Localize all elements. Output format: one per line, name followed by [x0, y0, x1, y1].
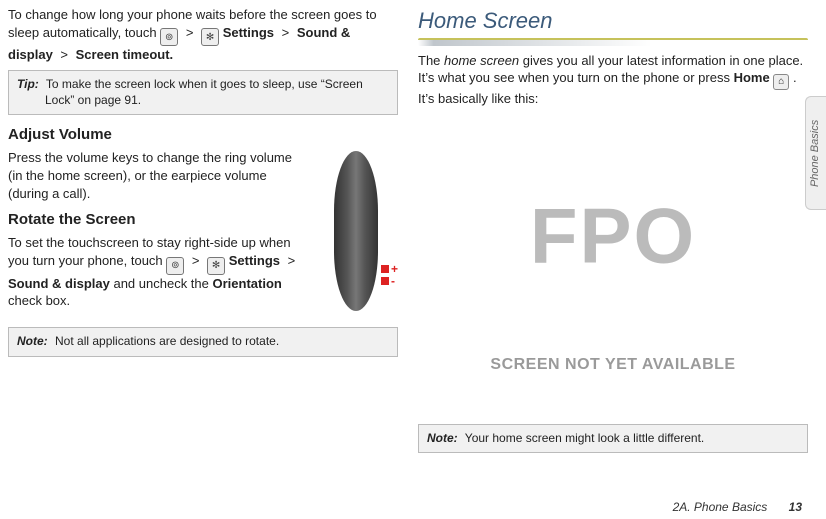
footer-section: 2A. Phone Basics	[673, 500, 768, 514]
settings-label: Settings	[223, 25, 274, 40]
home-key-label: Home	[734, 70, 770, 85]
home-screen-title: Home Screen	[418, 6, 808, 36]
breadcrumb-sep: >	[282, 25, 290, 40]
launcher-icon: ⊚	[160, 28, 178, 46]
intro-a: The	[418, 53, 444, 68]
settings-label: Settings	[229, 253, 280, 268]
note-label: Note:	[17, 334, 48, 348]
section-rule	[418, 38, 808, 46]
note-box-rotate: Note: Not all applications are designed …	[8, 327, 398, 356]
orientation-label: Orientation	[213, 276, 282, 291]
fpo-watermark: FPO	[530, 184, 696, 289]
note-text: Your home screen might look a little dif…	[465, 431, 704, 445]
note-box-home: Note: Your home screen might look a litt…	[418, 424, 808, 453]
rotate-body-c: check box.	[8, 293, 70, 308]
breadcrumb-sep: >	[192, 253, 200, 268]
home-screen-intro: The home screen gives you all your lates…	[418, 52, 808, 108]
vol-minus: -	[391, 274, 395, 288]
launcher-icon: ⊚	[166, 257, 184, 275]
screen-timeout-paragraph: To change how long your phone waits befo…	[8, 6, 398, 64]
screen-timeout-label: Screen timeout.	[76, 47, 174, 62]
tip-box: Tip: To make the screen lock when it goe…	[8, 70, 398, 115]
breadcrumb-sep: >	[288, 253, 296, 268]
note-text: Not all applications are designed to rot…	[55, 334, 279, 348]
tip-label: Tip:	[17, 77, 39, 91]
breadcrumb-sep: >	[186, 25, 194, 40]
rotate-body-b: and uncheck the	[113, 276, 212, 291]
page-tab-label: Phone Basics	[809, 119, 824, 186]
phone-side-figure: + -	[316, 151, 398, 317]
page-footer: 2A. Phone Basics 13	[673, 499, 802, 515]
note-label: Note:	[427, 431, 458, 445]
adjust-volume-heading: Adjust Volume	[8, 125, 398, 145]
tip-text: To make the screen lock when it goes to …	[45, 77, 363, 107]
gear-icon: ✻	[207, 257, 225, 275]
home-icon: ⌂	[773, 74, 789, 90]
footer-page: 13	[789, 500, 802, 514]
sound-display-label: Sound & display	[8, 276, 110, 291]
gear-icon: ✻	[201, 28, 219, 46]
fpo-placeholder: FPO SCREEN NOT YET AVAILABLE	[418, 118, 808, 388]
volume-indicator: + -	[381, 263, 398, 287]
fpo-caption: SCREEN NOT YET AVAILABLE	[418, 354, 808, 376]
page-side-tab: Phone Basics	[805, 96, 826, 210]
home-screen-em: home screen	[444, 53, 519, 68]
breadcrumb-sep: >	[60, 47, 68, 62]
phone-body-icon	[334, 151, 378, 311]
